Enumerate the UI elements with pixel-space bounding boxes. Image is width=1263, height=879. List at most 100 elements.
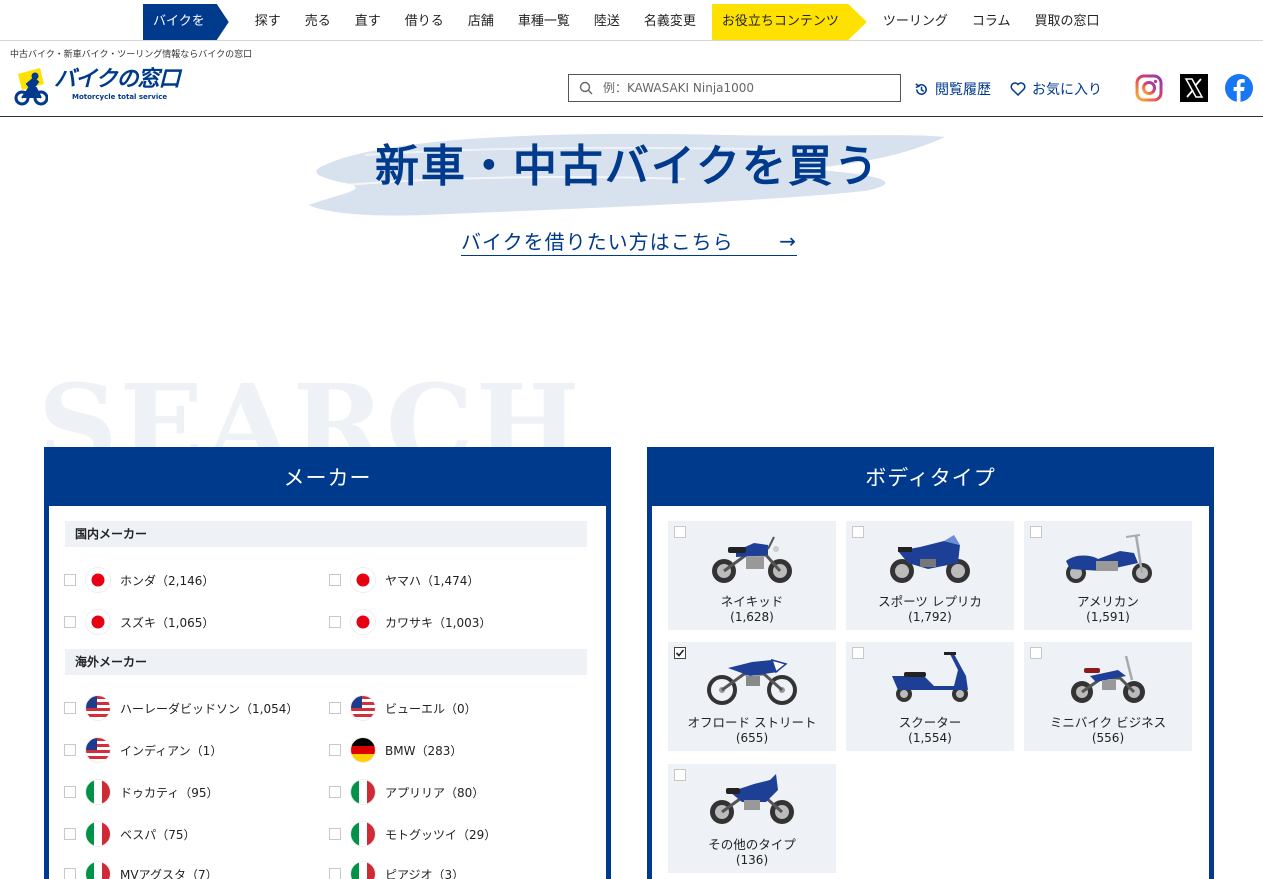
bodytype-card-naked[interactable]: ネイキッド (1,628) — [668, 521, 836, 630]
maker-option-yamaha[interactable]: ヤマハ（1,474） — [329, 568, 479, 592]
bodytype-checkbox[interactable] — [852, 526, 864, 538]
history-link[interactable]: 閲覧履歴 — [914, 79, 991, 99]
bodytype-checkbox[interactable] — [674, 769, 686, 781]
bodytype-checkbox[interactable] — [674, 526, 686, 538]
maker-option-harley-davidson[interactable]: ハーレーダビッドソン（1,054） — [64, 696, 298, 720]
nav-item-search[interactable]: 探す — [243, 4, 293, 40]
bodytype-count: (556) — [1091, 731, 1125, 745]
maker-checkbox[interactable] — [64, 744, 76, 756]
bodytype-checkbox[interactable] — [1030, 526, 1042, 538]
japan-flag-icon — [86, 610, 110, 634]
maker-label: ドゥカティ（95） — [120, 785, 219, 800]
maker-option-bmw[interactable]: BMW（283） — [329, 738, 462, 762]
maker-label: スズキ（1,065） — [120, 615, 215, 630]
maker-option-moto-guzzi[interactable]: モトグッツイ（29） — [329, 822, 496, 846]
maker-label: モトグッツイ（29） — [385, 827, 497, 842]
maker-option-kawasaki[interactable]: カワサキ（1,003） — [329, 610, 491, 634]
sport-bike-icon — [890, 535, 970, 583]
maker-option-indian[interactable]: インディアン（1） — [64, 738, 222, 762]
maker-label: ビューエル（0） — [385, 701, 477, 716]
nav-item-model-list[interactable]: 車種一覧 — [506, 4, 582, 40]
logo-subtitle: Motorcycle total service — [72, 93, 168, 101]
nav-item-bike[interactable]: バイクを — [143, 4, 229, 40]
maker-checkbox[interactable] — [64, 702, 76, 714]
maker-label: インディアン（1） — [120, 743, 223, 758]
scooter-icon — [892, 652, 968, 702]
bodytype-panel-title: ボディタイプ — [865, 466, 996, 490]
rent-link-label: バイクを借りたい方はこちら — [461, 230, 734, 254]
naked-bike-icon — [712, 536, 792, 583]
maker-label: ベスパ（75） — [120, 827, 196, 842]
maker-checkbox[interactable] — [329, 574, 341, 586]
italy-flag-icon — [351, 780, 375, 804]
italy-flag-icon — [86, 780, 110, 804]
nav-item-useful-contents[interactable]: お役立ちコンテンツ — [711, 4, 867, 40]
nav-item-column[interactable]: コラム — [960, 4, 1023, 40]
maker-checkbox[interactable] — [329, 786, 341, 798]
bodytype-card-american[interactable]: アメリカン (1,591) — [1024, 521, 1192, 630]
maker-panel: メーカー 国内メーカー ホンダ（2,146） ヤマハ（1,474） スズキ（1,… — [44, 447, 611, 879]
bodytype-card-sports-replica[interactable]: スポーツ レプリカ (1,792) — [846, 521, 1014, 630]
japan-flag-icon — [86, 568, 110, 592]
maker-checkbox[interactable] — [64, 868, 76, 879]
rent-bike-link[interactable]: バイクを借りたい方はこちら → — [461, 226, 797, 256]
bodytype-count: (655) — [735, 731, 769, 745]
instagram-icon[interactable] — [1135, 74, 1163, 102]
bodytype-checkbox-checked[interactable] — [674, 647, 686, 659]
overseas-maker-heading: 海外メーカー — [65, 649, 587, 675]
bodytype-name: スポーツ レプリカ — [878, 594, 982, 609]
bodytype-name: ネイキッド — [720, 594, 784, 609]
italy-flag-icon — [351, 822, 375, 846]
nav-item-name-change[interactable]: 名義変更 — [632, 4, 708, 40]
usa-flag-icon — [351, 696, 375, 720]
history-label: 閲覧履歴 — [935, 82, 991, 98]
bodytype-card-offroad-street[interactable]: オフロード ストリート (655) — [668, 642, 836, 751]
nav-item-buyback[interactable]: 買取の窓口 — [1023, 4, 1112, 40]
top-nav-list: バイクを 探す 売る 直す 借りる 店舗 車種一覧 陸送 名義変更 お役立ちコン… — [143, 4, 1112, 40]
maker-option-buell[interactable]: ビューエル（0） — [329, 696, 477, 720]
maker-label: ハーレーダビッドソン（1,054） — [120, 701, 299, 716]
maker-option-ducati[interactable]: ドゥカティ（95） — [64, 780, 219, 804]
maker-checkbox[interactable] — [329, 702, 341, 714]
nav-item-rent[interactable]: 借りる — [393, 4, 456, 40]
usa-flag-icon — [86, 696, 110, 720]
maker-checkbox[interactable] — [329, 744, 341, 756]
bodytype-name: ミニバイク ビジネス — [1049, 715, 1167, 730]
maker-checkbox[interactable] — [64, 616, 76, 628]
nav-item-repair[interactable]: 直す — [343, 4, 393, 40]
facebook-icon[interactable] — [1225, 74, 1253, 102]
nav-item-shops[interactable]: 店舗 — [456, 4, 506, 40]
search-input[interactable] — [603, 81, 883, 95]
nav-item-sell[interactable]: 売る — [293, 4, 343, 40]
maker-checkbox[interactable] — [64, 574, 76, 586]
maker-label: MVアグスタ（7） — [120, 867, 218, 879]
page-title: 新車・中古バイクを買う — [374, 141, 881, 192]
bodytype-name: オフロード ストリート — [687, 715, 817, 730]
site-logo[interactable]: バイクの窓口 Motorcycle total service — [14, 68, 181, 106]
maker-checkbox[interactable] — [329, 828, 341, 840]
usa-flag-icon — [86, 738, 110, 762]
bodytype-card-other[interactable]: その他のタイプ (136) — [668, 764, 836, 873]
maker-option-suzuki[interactable]: スズキ（1,065） — [64, 610, 214, 634]
maker-checkbox[interactable] — [64, 828, 76, 840]
bodytype-checkbox[interactable] — [1030, 647, 1042, 659]
bodytype-name: アメリカン — [1077, 594, 1139, 609]
x-icon[interactable] — [1180, 74, 1208, 102]
favorite-link[interactable]: お気に入り — [1010, 79, 1102, 99]
maker-option-aprilia[interactable]: アプリリア（80） — [329, 780, 484, 804]
maker-checkbox[interactable] — [329, 868, 341, 879]
top-navigation: バイクを 探す 売る 直す 借りる 店舗 車種一覧 陸送 名義変更 お役立ちコン… — [0, 0, 1263, 41]
arrow-right-icon: → — [779, 228, 797, 253]
nav-item-touring[interactable]: ツーリング — [871, 4, 960, 40]
maker-option-piaggio[interactable]: ピアジオ（3） — [329, 862, 464, 879]
maker-checkbox[interactable] — [64, 786, 76, 798]
bodytype-card-scooter[interactable]: スクーター (1,554) — [846, 642, 1014, 751]
maker-label: アプリリア（80） — [385, 785, 485, 800]
maker-checkbox[interactable] — [329, 616, 341, 628]
maker-option-vespa[interactable]: ベスパ（75） — [64, 822, 196, 846]
bodytype-checkbox[interactable] — [852, 647, 864, 659]
maker-option-mv-agusta[interactable]: MVアグスタ（7） — [64, 862, 218, 879]
bodytype-card-minibike-business[interactable]: ミニバイク ビジネス (556) — [1024, 642, 1192, 751]
maker-option-honda[interactable]: ホンダ（2,146） — [64, 568, 214, 592]
nav-item-transport[interactable]: 陸送 — [582, 4, 632, 40]
